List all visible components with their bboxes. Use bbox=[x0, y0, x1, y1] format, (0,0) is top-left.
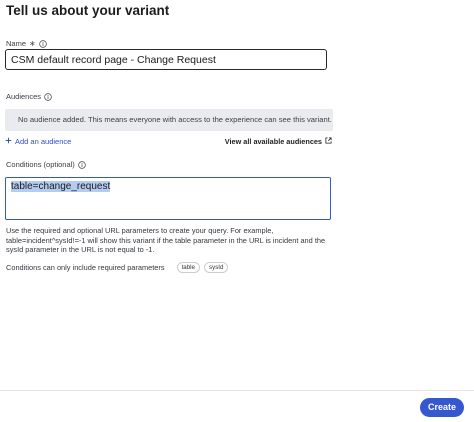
name-label-row: Name ∗ bbox=[6, 39, 47, 48]
audiences-label-row: Audiences bbox=[6, 92, 52, 101]
page-title: Tell us about your variant bbox=[6, 3, 170, 18]
plus-icon bbox=[5, 137, 12, 146]
conditions-help-text: Use the required and optional URL parame… bbox=[6, 226, 326, 255]
create-button[interactable]: Create bbox=[420, 398, 464, 417]
required-params-row: Conditions can only include required par… bbox=[6, 262, 229, 273]
view-all-audiences-label: View all available audiences bbox=[224, 137, 322, 146]
footer-divider bbox=[0, 390, 474, 391]
info-icon[interactable] bbox=[78, 160, 86, 169]
param-chip-sysid: sysId bbox=[204, 262, 229, 273]
param-chips: table sysId bbox=[176, 262, 229, 273]
add-audience-label: Add an audience bbox=[15, 137, 72, 146]
selected-text: table=change_request bbox=[11, 181, 111, 192]
conditions-textarea[interactable]: table=change_request bbox=[5, 177, 331, 220]
info-icon[interactable] bbox=[44, 92, 52, 101]
audiences-label: Audiences bbox=[6, 92, 42, 101]
view-all-audiences-link[interactable]: View all available audiences bbox=[225, 137, 332, 146]
name-label: Name bbox=[6, 39, 27, 48]
required-indicator: ∗ bbox=[29, 39, 36, 48]
audience-empty-state: No audience added. This means everyone w… bbox=[5, 109, 333, 131]
name-input[interactable]: CSM default record page - Change Request bbox=[5, 49, 327, 70]
add-audience-link[interactable]: Add an audience bbox=[5, 137, 71, 146]
required-params-text: Conditions can only include required par… bbox=[6, 263, 165, 272]
info-icon[interactable] bbox=[38, 39, 47, 48]
param-chip-table: table bbox=[176, 262, 200, 273]
conditions-label-row: Conditions (optional) bbox=[6, 160, 86, 169]
conditions-label: Conditions (optional) bbox=[6, 160, 75, 169]
external-link-icon bbox=[325, 137, 332, 146]
